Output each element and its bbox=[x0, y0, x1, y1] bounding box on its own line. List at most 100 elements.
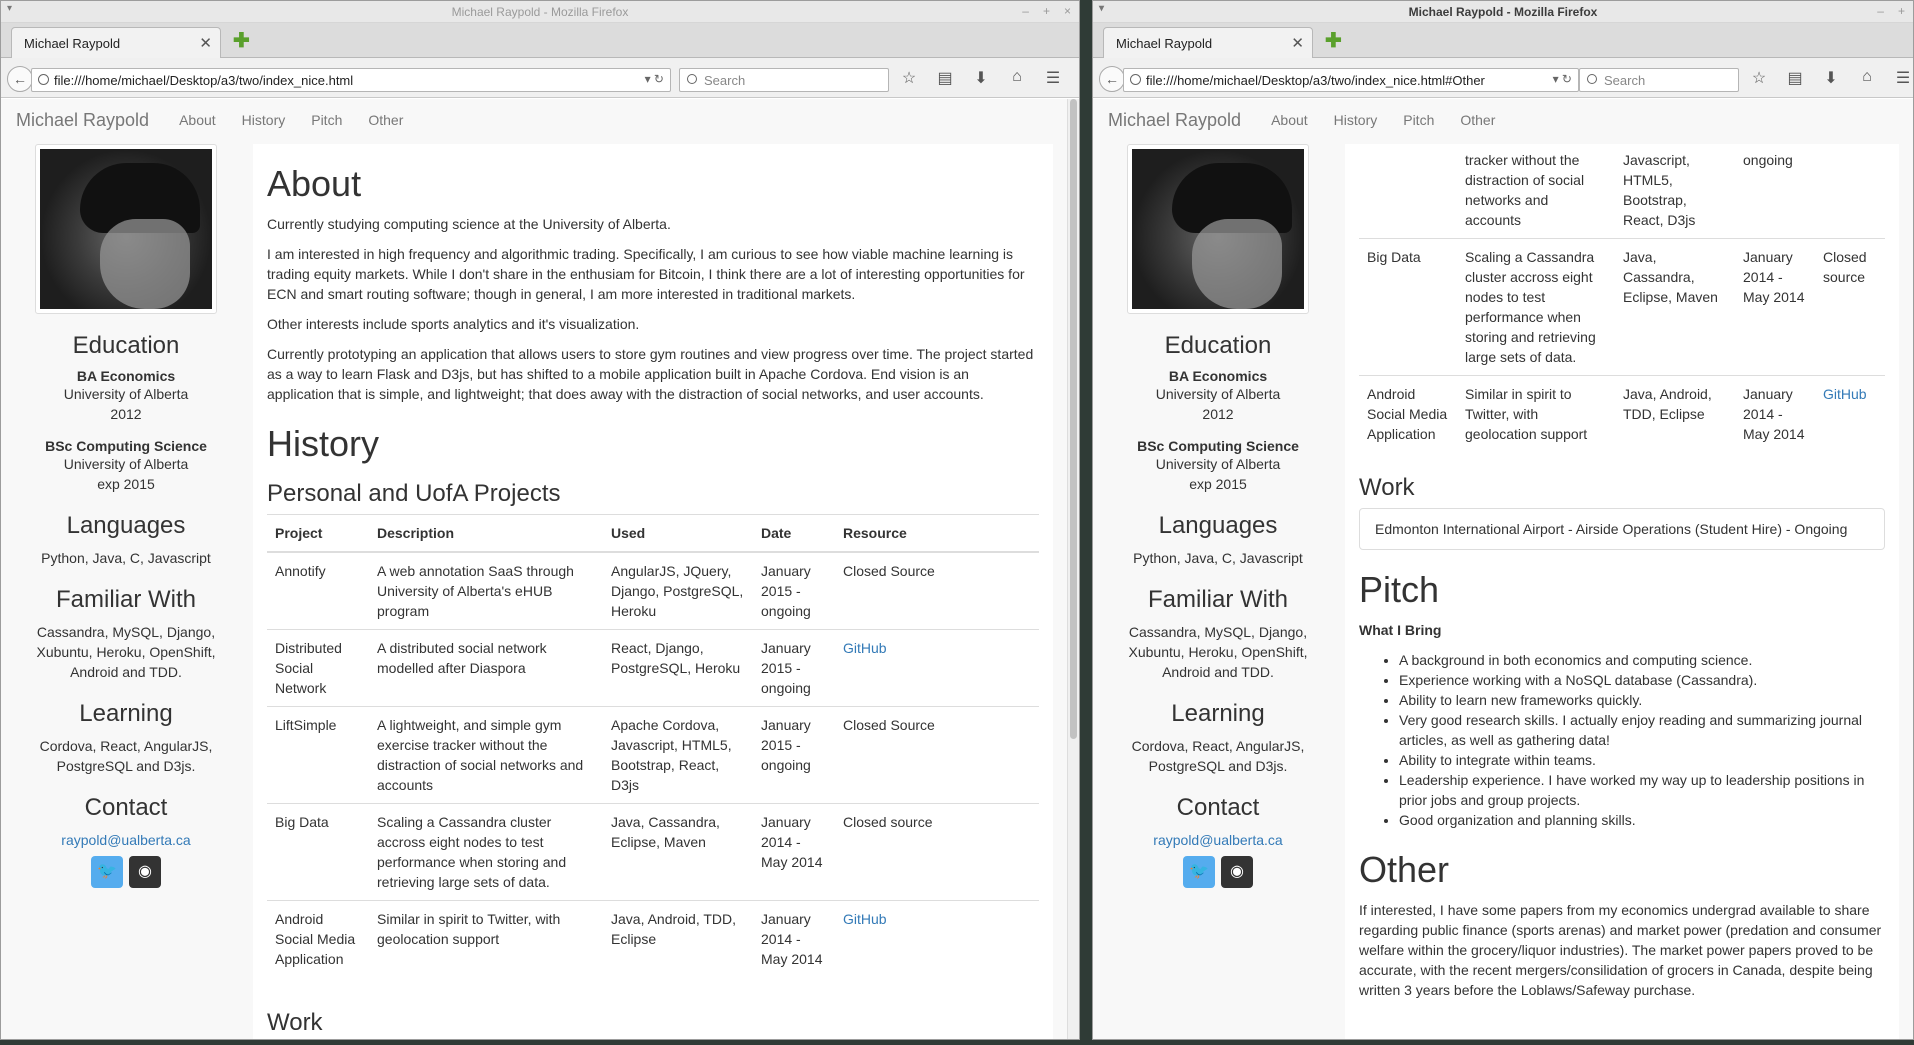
col-date: Date bbox=[753, 514, 835, 553]
url-bar[interactable]: file:///home/michael/Desktop/a3/two/inde… bbox=[31, 68, 671, 92]
web-page: Michael Raypold About History Pitch Othe… bbox=[1, 99, 1067, 1039]
browser-window-right: ▾ Michael Raypold - Mozilla Firefox – + M… bbox=[1092, 0, 1914, 1040]
back-arrow-icon[interactable]: ← bbox=[7, 66, 33, 92]
twitter-icon[interactable]: 🐦 bbox=[91, 856, 123, 888]
nav-pitch[interactable]: Pitch bbox=[1403, 112, 1434, 128]
nav-about[interactable]: About bbox=[179, 112, 216, 128]
projects-heading: Personal and UofA Projects bbox=[267, 480, 561, 507]
other-heading: Other bbox=[1359, 849, 1450, 890]
window-menu-icon[interactable]: ▾ bbox=[7, 3, 12, 14]
download-icon[interactable]: ⬇ bbox=[1823, 68, 1839, 88]
cell-description: A distributed social network modelled af… bbox=[369, 629, 603, 707]
learning-heading: Learning bbox=[1171, 700, 1265, 727]
github-icon[interactable]: ◉ bbox=[1221, 856, 1253, 888]
email-link[interactable]: raypold@ualberta.ca bbox=[1093, 830, 1343, 850]
reading-list-icon[interactable]: ▤ bbox=[937, 68, 953, 88]
menu-icon[interactable]: ☰ bbox=[1045, 68, 1061, 88]
bookmark-star-icon[interactable]: ☆ bbox=[1751, 68, 1767, 88]
url-bar[interactable]: file:///home/michael/Desktop/a3/two/inde… bbox=[1123, 68, 1579, 92]
familiar-line: Android and TDD. bbox=[1162, 664, 1274, 680]
twitter-icon[interactable]: 🐦 bbox=[1183, 856, 1215, 888]
scrollbar[interactable] bbox=[1067, 99, 1079, 1039]
education-heading: Education bbox=[1164, 332, 1272, 359]
about-paragraph: Currently prototyping an application tha… bbox=[267, 346, 1034, 402]
cell-description: A lightweight, and simple gym exercise t… bbox=[369, 706, 603, 804]
cell-date: January 2015 - ongoing bbox=[753, 629, 835, 707]
site-brand[interactable]: Michael Raypold bbox=[1108, 110, 1241, 131]
cell-project: Big Data bbox=[267, 803, 369, 901]
nav-other[interactable]: Other bbox=[1460, 112, 1495, 128]
cell-description: Similar in spirit to Twitter, with geolo… bbox=[369, 900, 603, 977]
maximize-icon[interactable]: + bbox=[1898, 4, 1905, 18]
window-titlebar[interactable]: ▾ Michael Raypold - Mozilla Firefox – + × bbox=[1, 1, 1079, 23]
cell-used: AngularJS, JQuery, Django, PostgreSQL, H… bbox=[603, 551, 753, 630]
github-link[interactable]: GitHub bbox=[843, 640, 887, 656]
search-input[interactable]: Search bbox=[1579, 68, 1739, 92]
back-arrow-icon[interactable]: ← bbox=[1099, 66, 1125, 92]
nav-about[interactable]: About bbox=[1271, 112, 1308, 128]
main-content: About Currently studying computing scien… bbox=[253, 144, 1053, 1039]
github-link[interactable]: GitHub bbox=[843, 911, 887, 927]
cell-used: Java, Android, TDD, Eclipse bbox=[1615, 375, 1735, 452]
cell-project: Annotify bbox=[267, 551, 369, 630]
window-menu-icon[interactable]: ▾ bbox=[1099, 3, 1104, 14]
learning-line: Cordova, React, AngularJS, bbox=[1131, 738, 1305, 754]
window-title: Michael Raypold - Mozilla Firefox bbox=[1408, 4, 1598, 19]
new-tab-icon[interactable]: ✚ bbox=[1325, 31, 1343, 51]
search-input[interactable]: Search bbox=[679, 68, 889, 92]
reading-list-icon[interactable]: ▤ bbox=[1787, 68, 1803, 88]
home-icon[interactable]: ⌂ bbox=[1009, 68, 1025, 88]
url-text: file:///home/michael/Desktop/a3/two/inde… bbox=[1146, 73, 1485, 88]
learning-line: Cordova, React, AngularJS, bbox=[39, 738, 213, 754]
projects-table: Project Description Used Date Resource A… bbox=[267, 514, 1039, 977]
tab-strip: Michael Raypold ✕ ✚ bbox=[1, 23, 1079, 58]
reload-icon[interactable]: ▾ ↻ bbox=[645, 72, 664, 86]
github-link[interactable]: GitHub bbox=[1823, 386, 1867, 402]
cell-project: Big Data bbox=[1359, 238, 1457, 376]
tab-close-icon[interactable]: ✕ bbox=[1291, 34, 1304, 52]
projects-table: tracker without the distraction of socia… bbox=[1359, 144, 1885, 452]
nav-history[interactable]: History bbox=[242, 112, 286, 128]
browser-tab[interactable]: Michael Raypold ✕ bbox=[1103, 27, 1313, 58]
browser-toolbar: ← file:///home/michael/Desktop/a3/two/in… bbox=[1, 58, 1079, 98]
reload-icon[interactable]: ▾ ↻ bbox=[1553, 72, 1572, 86]
download-icon[interactable]: ⬇ bbox=[973, 68, 989, 88]
tab-strip: Michael Raypold ✕ ✚ bbox=[1093, 23, 1913, 58]
degree-name: BSc Computing Science bbox=[1137, 438, 1299, 454]
email-link[interactable]: raypold@ualberta.ca bbox=[1, 830, 251, 850]
list-item: Leadership experience. I have worked my … bbox=[1399, 770, 1885, 810]
tab-close-icon[interactable]: ✕ bbox=[199, 34, 212, 52]
new-tab-icon[interactable]: ✚ bbox=[233, 31, 251, 51]
globe-icon bbox=[38, 74, 49, 85]
close-icon[interactable]: × bbox=[1064, 4, 1071, 18]
bookmark-star-icon[interactable]: ☆ bbox=[901, 68, 917, 88]
menu-icon[interactable]: ☰ bbox=[1895, 68, 1911, 88]
about-paragraph: I am interested in high frequency and al… bbox=[267, 246, 1025, 302]
nav-other[interactable]: Other bbox=[368, 112, 403, 128]
avatar bbox=[35, 144, 217, 314]
nav-history[interactable]: History bbox=[1334, 112, 1378, 128]
cell-used: Apache Cordova, Javascript, HTML5, Boots… bbox=[603, 706, 753, 804]
cell-description: Scaling a Cassandra cluster accross eigh… bbox=[369, 803, 603, 901]
minimize-icon[interactable]: – bbox=[1877, 4, 1884, 18]
history-heading: History bbox=[267, 423, 380, 464]
cell-date: ongoing bbox=[1743, 152, 1793, 168]
about-paragraph: Currently studying computing science at … bbox=[267, 216, 671, 232]
learning-heading: Learning bbox=[79, 700, 173, 727]
window-title: Michael Raypold - Mozilla Firefox bbox=[451, 4, 629, 19]
github-icon[interactable]: ◉ bbox=[129, 856, 161, 888]
site-brand[interactable]: Michael Raypold bbox=[16, 110, 149, 131]
site-navbar: Michael Raypold About History Pitch Othe… bbox=[1, 99, 1067, 141]
familiar-line: Cassandra, MySQL, Django, bbox=[36, 624, 216, 640]
home-icon[interactable]: ⌂ bbox=[1859, 68, 1875, 88]
cell-description: Scaling a Cassandra cluster accross eigh… bbox=[1457, 238, 1615, 376]
work-heading: Work bbox=[1359, 474, 1415, 501]
cell-date: January 2014 - May 2014 bbox=[1735, 238, 1815, 376]
cell-date: January 2014 - May 2014 bbox=[753, 803, 835, 901]
cell-used: Javascript, HTML5, Bootstrap, React, D3j… bbox=[1623, 152, 1696, 228]
window-titlebar[interactable]: ▾ Michael Raypold - Mozilla Firefox – + bbox=[1093, 1, 1913, 23]
maximize-icon[interactable]: + bbox=[1043, 4, 1050, 18]
browser-tab[interactable]: Michael Raypold ✕ bbox=[11, 27, 221, 58]
nav-pitch[interactable]: Pitch bbox=[311, 112, 342, 128]
minimize-icon[interactable]: – bbox=[1022, 4, 1029, 18]
